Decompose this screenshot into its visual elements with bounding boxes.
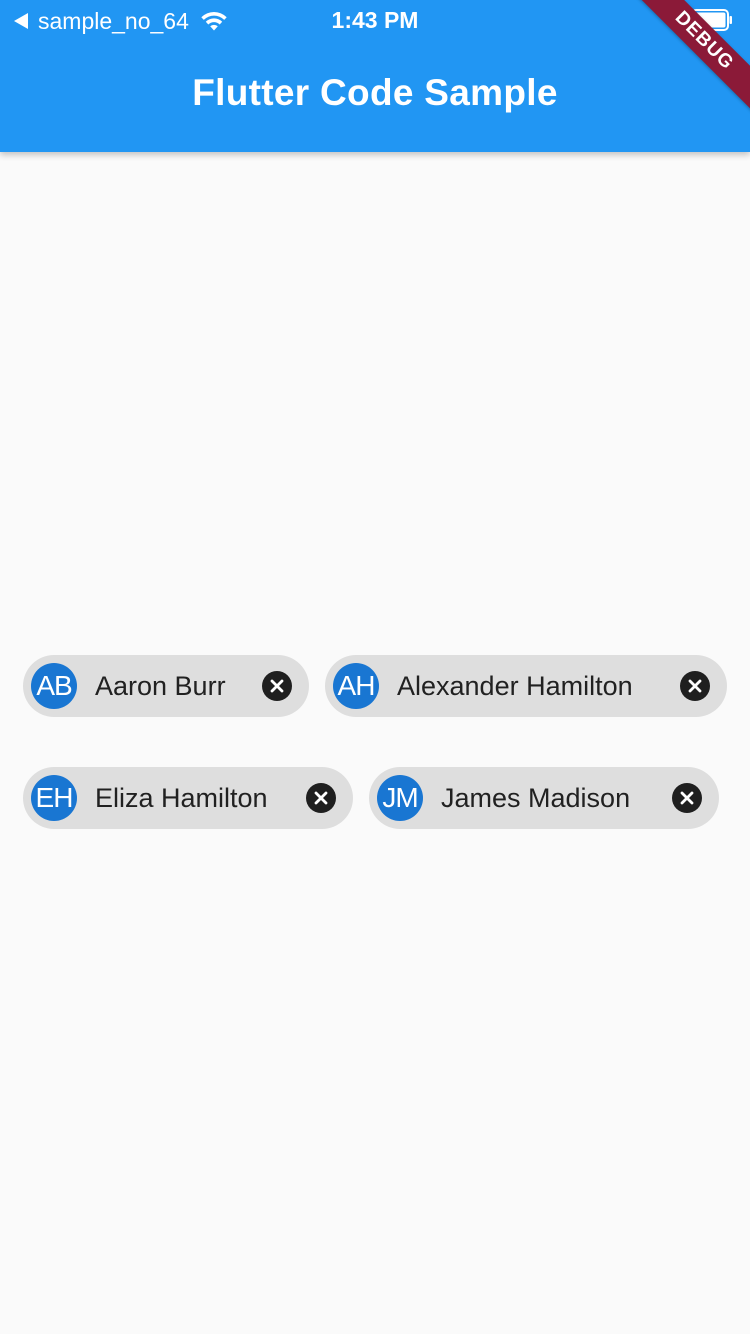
chip-avatar: AB bbox=[31, 663, 77, 709]
chip[interactable]: EH Eliza Hamilton bbox=[23, 767, 353, 829]
close-icon bbox=[270, 679, 284, 693]
chip-avatar: EH bbox=[31, 775, 77, 821]
chip-label: James Madison bbox=[441, 783, 631, 813]
status-bar: sample_no_64 1:43 PM bbox=[0, 0, 750, 40]
chip[interactable]: AH Alexander Hamilton bbox=[325, 655, 727, 717]
chip-wrap: AB Aaron Burr AH Alexander Hamilton EH E… bbox=[0, 0, 750, 1334]
app-bar: sample_no_64 1:43 PM Flutter Code Sample bbox=[0, 0, 750, 152]
chip-label: Alexander Hamilton bbox=[397, 671, 633, 701]
chip-avatar: AH bbox=[333, 663, 379, 709]
chip-delete-button[interactable] bbox=[306, 783, 336, 813]
battery-icon bbox=[691, 9, 732, 31]
page-title: Flutter Code Sample bbox=[192, 72, 558, 113]
chip-label: Eliza Hamilton bbox=[95, 783, 268, 813]
chip-delete-button[interactable] bbox=[672, 783, 702, 813]
chip[interactable]: JM James Madison bbox=[369, 767, 719, 829]
close-icon bbox=[680, 791, 694, 805]
chip[interactable]: AB Aaron Burr bbox=[23, 655, 309, 717]
status-time: 1:43 PM bbox=[331, 7, 419, 33]
chip-delete-button[interactable] bbox=[680, 671, 710, 701]
chip-label: Aaron Burr bbox=[95, 671, 226, 701]
chip-avatar: JM bbox=[377, 775, 423, 821]
close-icon bbox=[314, 791, 328, 805]
close-icon bbox=[688, 679, 702, 693]
chip-delete-button[interactable] bbox=[262, 671, 292, 701]
